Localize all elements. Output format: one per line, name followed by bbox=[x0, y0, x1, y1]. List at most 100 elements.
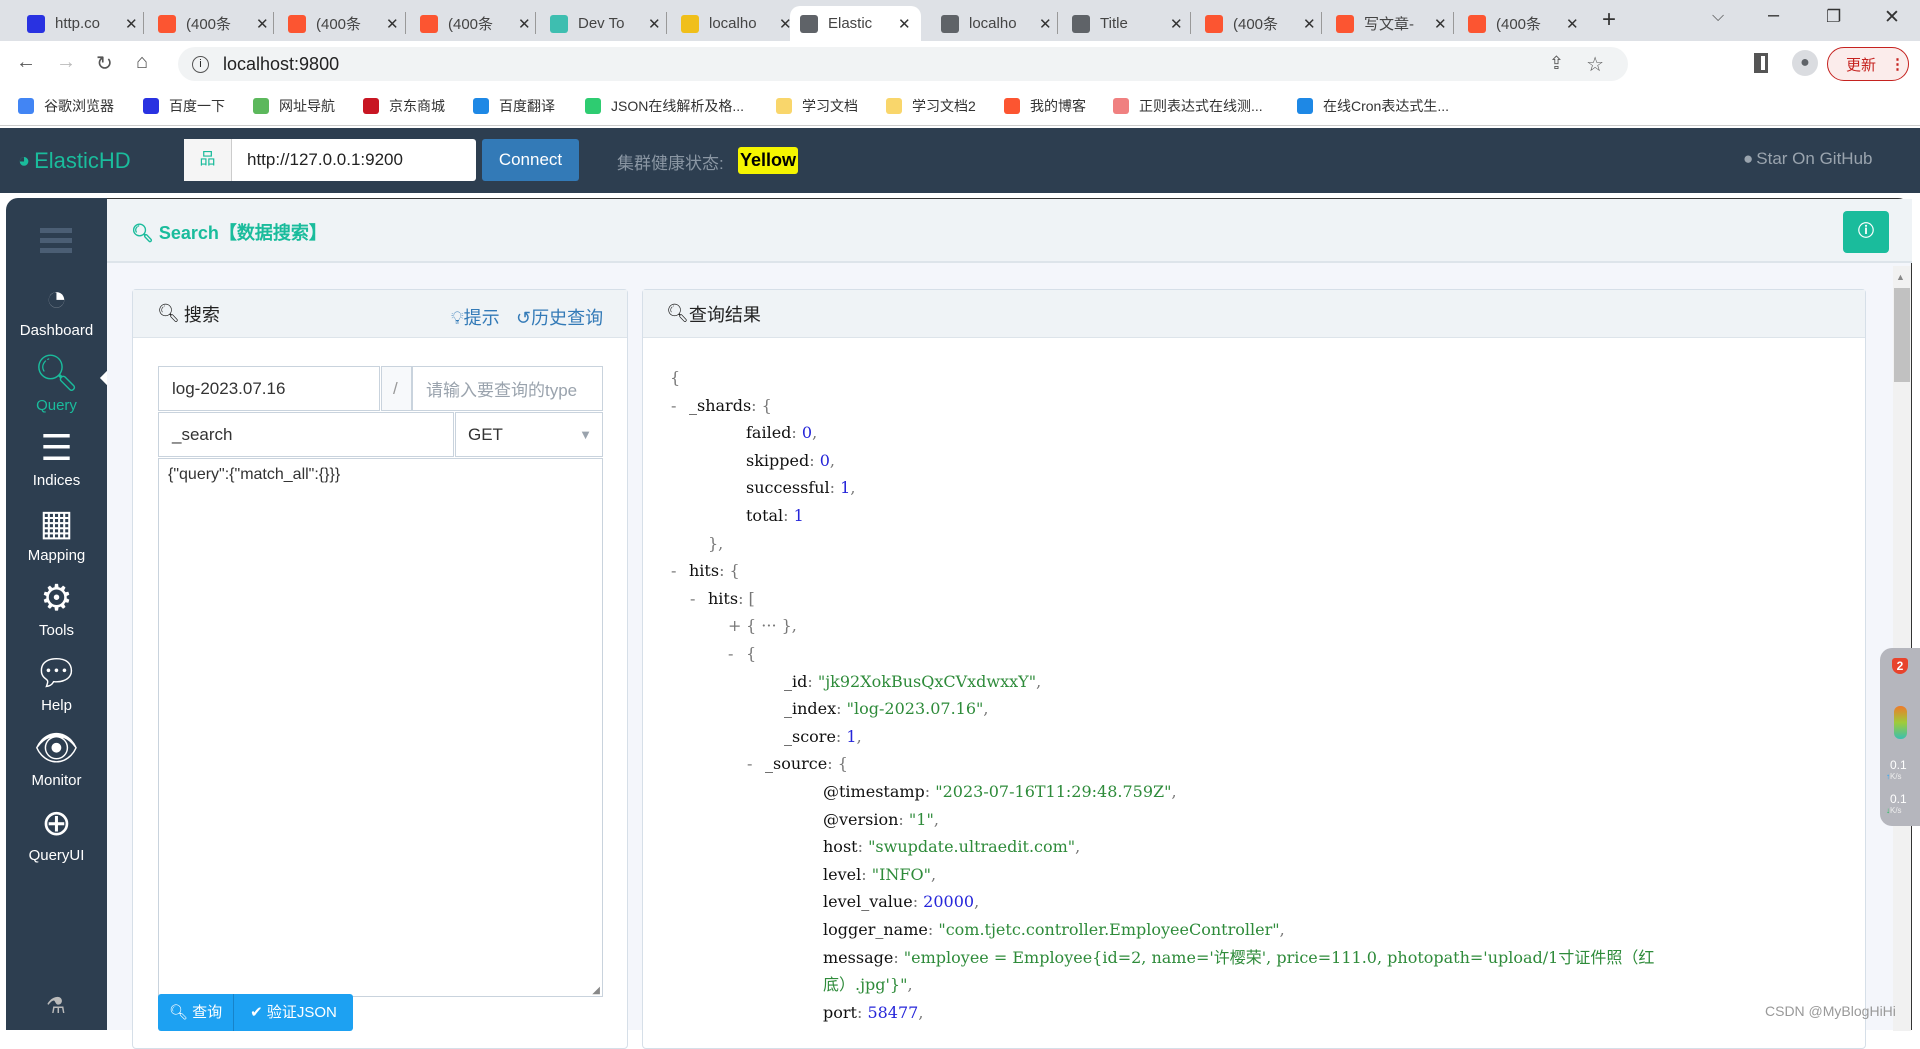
tab-search-chevron-icon[interactable]: ⌵ bbox=[1712, 8, 1724, 26]
collapse-toggle[interactable]: - bbox=[671, 557, 676, 585]
minimize-button[interactable]: – bbox=[1768, 4, 1779, 27]
close-tab-icon[interactable]: ✕ bbox=[256, 15, 269, 33]
bookmark-favicon-icon bbox=[585, 98, 601, 114]
type-input[interactable]: 请输入要查询的type bbox=[412, 366, 603, 411]
close-window-button[interactable]: ✕ bbox=[1884, 6, 1900, 29]
query-body-textarea[interactable]: {"query":{"match_all":{}}} ◢ bbox=[158, 458, 603, 997]
update-label: 更新 bbox=[1846, 56, 1877, 74]
brand-name: ElasticHD bbox=[34, 148, 131, 173]
info-button[interactable]: ⓘ bbox=[1843, 211, 1889, 253]
browser-tab[interactable]: (400条 ✕ bbox=[278, 6, 400, 41]
connect-button[interactable]: Connect bbox=[482, 139, 579, 181]
bookmark-item[interactable]: 谷歌浏览器 bbox=[18, 96, 114, 116]
reload-icon[interactable]: ↻ bbox=[96, 51, 113, 76]
close-tab-icon[interactable]: ✕ bbox=[1434, 15, 1447, 33]
collapse-toggle[interactable]: - bbox=[690, 585, 695, 613]
bookmark-item[interactable]: JSON在线解析及格... bbox=[585, 96, 744, 116]
method-select[interactable]: GET ▼ bbox=[455, 412, 603, 457]
scrollbar-thumb[interactable] bbox=[1894, 288, 1910, 382]
sidebar-item-monitor[interactable]: 👁︎ Monitor bbox=[6, 726, 107, 789]
resize-handle-icon[interactable]: ◢ bbox=[592, 985, 600, 996]
new-tab-button[interactable]: + bbox=[1602, 6, 1616, 34]
close-tab-icon[interactable]: ✕ bbox=[1039, 15, 1052, 33]
browser-tab[interactable]: (400条 ✕ bbox=[148, 6, 270, 41]
close-tab-icon[interactable]: ✕ bbox=[1566, 15, 1579, 33]
close-tab-icon[interactable]: ✕ bbox=[1170, 15, 1183, 33]
browser-tab-bar: http.co ✕ (400条 ✕ (400条 ✕ (400条 ✕ Dev To ✕ localho… bbox=[0, 0, 1920, 41]
scroll-up-icon[interactable]: ▲ bbox=[1896, 272, 1905, 282]
json-bracket: { bbox=[729, 561, 740, 581]
browser-tab[interactable]: Elastic ✕ bbox=[790, 6, 921, 41]
home-icon[interactable]: ⌂ bbox=[136, 51, 148, 74]
csdn-icon bbox=[1336, 14, 1354, 33]
result-panel-title: 查询结果 bbox=[688, 304, 761, 325]
browser-tab[interactable]: localho ✕ bbox=[671, 6, 793, 41]
tab-title: Dev To bbox=[578, 15, 625, 32]
bookmark-item[interactable]: 在线Cron表达式生... bbox=[1297, 96, 1449, 116]
bookmark-item[interactable]: 正则表达式在线测... bbox=[1113, 96, 1263, 116]
index-input[interactable]: log-2023.07.16 bbox=[158, 366, 380, 411]
json-value: 1 bbox=[840, 478, 851, 498]
sidebar-item-indices[interactable]: ☰ Indices bbox=[6, 426, 107, 489]
close-tab-icon[interactable]: ✕ bbox=[898, 15, 911, 33]
sidebar-item-queryui[interactable]: ⊕ QueryUI bbox=[6, 801, 107, 864]
update-button[interactable]: 更新 ⋮ bbox=[1827, 47, 1909, 81]
bookmark-item[interactable]: 京东商城 bbox=[363, 96, 445, 116]
bookmark-star-icon[interactable]: ☆ bbox=[1586, 52, 1604, 77]
browser-tab[interactable]: localho ✕ bbox=[931, 6, 1053, 41]
bookmark-item[interactable]: 百度一下 bbox=[143, 96, 225, 116]
close-tab-icon[interactable]: ✕ bbox=[386, 15, 399, 33]
query-button[interactable]: 🔍︎ 查询 bbox=[158, 994, 233, 1031]
health-status-badge: Yellow bbox=[738, 147, 799, 174]
side-panel-icon[interactable] bbox=[1754, 53, 1768, 73]
bookmark-item[interactable]: 百度翻译 bbox=[473, 96, 555, 116]
share-icon[interactable]: ⇪ bbox=[1549, 53, 1564, 74]
bookmark-item[interactable]: 网址导航 bbox=[253, 96, 335, 116]
endpoint-input[interactable]: _search bbox=[158, 412, 454, 457]
browser-tab[interactable]: Title ✕ bbox=[1062, 6, 1184, 41]
hamburger-menu-icon[interactable] bbox=[40, 228, 72, 253]
tab-title: (400条 bbox=[316, 16, 362, 33]
sidebar-item-tools[interactable]: ⚙ Tools bbox=[6, 576, 107, 639]
collapse-toggle[interactable]: - bbox=[728, 640, 733, 668]
history-link[interactable]: ↺历史查询 bbox=[516, 304, 603, 330]
tab-divider bbox=[1453, 12, 1454, 34]
sidebar-item-dashboard[interactable]: ◔ Dashboard bbox=[6, 276, 107, 339]
collapse-toggle[interactable]: - bbox=[671, 392, 676, 420]
bookmark-item[interactable]: 学习文档2 bbox=[886, 96, 976, 116]
close-tab-icon[interactable]: ✕ bbox=[518, 15, 531, 33]
github-link[interactable]: ● Star On GitHub bbox=[1743, 149, 1873, 169]
close-tab-icon[interactable]: ✕ bbox=[125, 15, 138, 33]
bookmark-label: 在线Cron表达式生... bbox=[1323, 98, 1450, 114]
profile-avatar-icon[interactable]: ● bbox=[1792, 50, 1818, 76]
server-url-input[interactable]: http://127.0.0.1:9200 bbox=[232, 150, 403, 170]
restore-button[interactable]: ❐ bbox=[1826, 7, 1841, 27]
hint-link[interactable]: 💡︎提示 bbox=[451, 304, 500, 330]
bookmark-item[interactable]: 学习文档 bbox=[776, 96, 858, 116]
sidebar-item-mapping[interactable]: ▦ Mapping bbox=[6, 501, 107, 564]
bookmark-label: 正则表达式在线测... bbox=[1139, 98, 1263, 114]
info-icon[interactable]: i bbox=[192, 55, 209, 73]
browser-tab[interactable]: 写文章- ✕ bbox=[1326, 6, 1448, 41]
network-monitor-widget[interactable]: 2 0.1 ↑K/s 0.1 ↓K/s bbox=[1880, 648, 1920, 826]
sidebar-item-help[interactable]: 💬︎ Help bbox=[6, 651, 107, 714]
back-icon[interactable]: ← bbox=[16, 51, 36, 74]
browser-tab[interactable]: (400条 ✕ bbox=[1458, 6, 1580, 41]
json-key: _source bbox=[765, 754, 828, 774]
validate-json-button[interactable]: ✔ 验证JSON bbox=[233, 994, 353, 1031]
brand-logo[interactable]: ◕ ElasticHD bbox=[18, 148, 131, 174]
browser-tab[interactable]: http.co ✕ bbox=[17, 6, 139, 41]
bookmark-item[interactable]: 我的博客 bbox=[1004, 96, 1086, 116]
sidebar-item-query[interactable]: 🔍︎ Query bbox=[6, 351, 115, 414]
browser-tab[interactable]: (400条 ✕ bbox=[410, 6, 532, 41]
url-input[interactable]: i localhost:9800 ⇪ ☆ bbox=[178, 47, 1628, 81]
close-tab-icon[interactable]: ✕ bbox=[1303, 15, 1316, 33]
expand-toggle[interactable]: + bbox=[728, 612, 741, 640]
close-tab-icon[interactable]: ✕ bbox=[648, 15, 661, 33]
collapse-toggle[interactable]: - bbox=[747, 750, 752, 778]
forward-icon[interactable]: → bbox=[56, 51, 76, 74]
flask-icon[interactable]: ⚗ bbox=[46, 993, 66, 1019]
browser-tab[interactable]: Dev To ✕ bbox=[540, 6, 662, 41]
globe-icon bbox=[941, 14, 959, 33]
browser-tab[interactable]: (400条 ✕ bbox=[1195, 6, 1317, 41]
